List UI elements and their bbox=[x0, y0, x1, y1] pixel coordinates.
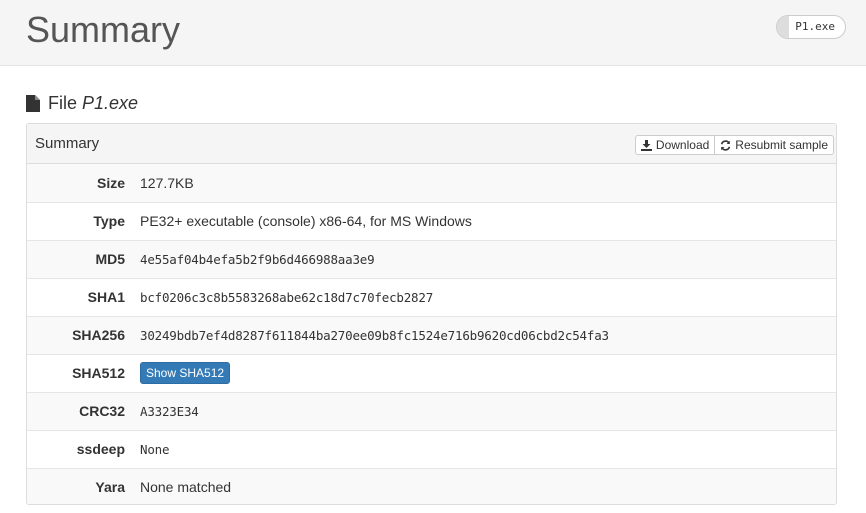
download-icon bbox=[640, 139, 652, 151]
table-row: MD5 4e55af04b4efa5b2f9b6d466988aa3e9 bbox=[27, 240, 836, 278]
download-button[interactable]: Download bbox=[634, 135, 716, 155]
row-label-size: Size bbox=[96, 174, 125, 191]
row-value-yara: None matched bbox=[140, 479, 232, 496]
file-toggle[interactable]: P1.exe bbox=[776, 15, 846, 39]
table-row: Yara None matched bbox=[27, 468, 836, 504]
row-label-crc32: CRC32 bbox=[79, 403, 125, 419]
table-row: Size 127.7KB bbox=[27, 164, 836, 202]
row-value-size: 127.7KB bbox=[140, 174, 194, 191]
page-header: Summary P1.exe bbox=[0, 0, 866, 66]
row-value-sha512: Show SHA512 bbox=[140, 354, 836, 392]
row-label-sha256: SHA256 bbox=[72, 327, 125, 343]
row-value-sha256: 30249bdb7ef4d8287f611844ba270ee09b8fc152… bbox=[140, 327, 609, 343]
row-label-md5: MD5 bbox=[95, 251, 125, 267]
row-label-type: Type bbox=[93, 213, 125, 229]
table-row: SHA256 30249bdb7ef4d8287f611844ba270ee09… bbox=[27, 316, 836, 354]
refresh-icon bbox=[721, 139, 731, 151]
row-value-ssdeep: None bbox=[140, 441, 170, 457]
show-sha512-button[interactable]: Show SHA512 bbox=[140, 362, 231, 384]
page-title: Summary bbox=[26, 9, 181, 50]
file-heading-label: File bbox=[48, 93, 78, 113]
file-heading-filename: P1.exe bbox=[82, 93, 139, 113]
file-toggle-label: P1.exe bbox=[795, 20, 835, 33]
resubmit-label: Resubmit sample bbox=[735, 138, 828, 152]
table-row: SHA512 Show SHA512 bbox=[27, 354, 836, 392]
row-value-sha1: bcf0206c3c8b5583268abe62c18d7c70fecb2827 bbox=[140, 289, 434, 305]
file-icon bbox=[26, 94, 40, 112]
table-row: CRC32 A3323E34 bbox=[27, 392, 836, 430]
summary-panel: Summary Download Resubmit sample Size 12… bbox=[26, 123, 837, 505]
summary-table: Size 127.7KB Type PE32+ executable (cons… bbox=[27, 164, 836, 504]
resubmit-sample-button[interactable]: Resubmit sample bbox=[715, 135, 834, 155]
row-label-ssdeep: ssdeep bbox=[76, 441, 125, 457]
row-value-md5: 4e55af04b4efa5b2f9b6d466988aa3e9 bbox=[140, 251, 375, 267]
table-row: ssdeep None bbox=[27, 430, 836, 468]
panel-actions: Download Resubmit sample bbox=[634, 135, 834, 155]
row-label-sha1: SHA1 bbox=[87, 289, 125, 305]
main-content: File P1.exe Summary Download Resubmit sa… bbox=[0, 66, 866, 513]
table-row: Type PE32+ executable (console) x86-64, … bbox=[27, 202, 836, 240]
download-label: Download bbox=[655, 138, 710, 152]
row-label-yara: Yara bbox=[95, 479, 125, 496]
row-label-sha512: SHA512 bbox=[72, 365, 125, 381]
row-value-type: PE32+ executable (console) x86-64, for M… bbox=[140, 213, 472, 229]
panel-heading: Summary Download Resubmit sample bbox=[27, 124, 836, 164]
panel-title: Summary bbox=[35, 135, 100, 152]
toggle-knob[interactable] bbox=[777, 16, 790, 38]
row-value-crc32: A3323E34 bbox=[140, 403, 199, 419]
file-heading: File P1.exe bbox=[26, 92, 138, 114]
table-row: SHA1 bcf0206c3c8b5583268abe62c18d7c70fec… bbox=[27, 278, 836, 316]
